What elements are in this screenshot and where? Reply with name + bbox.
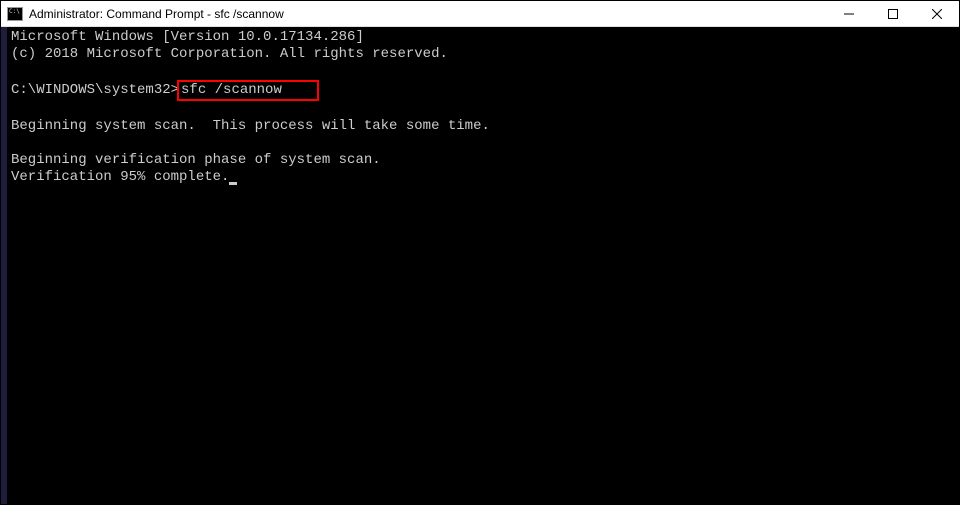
- progress-text: Verification 95% complete.: [11, 169, 229, 185]
- window-title: Administrator: Command Prompt - sfc /sca…: [29, 7, 827, 21]
- cursor-icon: [229, 182, 237, 185]
- output-line: Beginning system scan. This process will…: [11, 118, 955, 135]
- output-line: [11, 63, 955, 80]
- minimize-button[interactable]: [827, 1, 871, 26]
- output-line: Microsoft Windows [Version 10.0.17134.28…: [11, 29, 955, 46]
- window-controls: [827, 1, 959, 26]
- output-line: Verification 95% complete.: [11, 169, 955, 186]
- command-text: sfc /scannow: [181, 82, 282, 98]
- cmd-icon: [7, 7, 23, 21]
- output-line: (c) 2018 Microsoft Corporation. All righ…: [11, 46, 955, 63]
- maximize-button[interactable]: [871, 1, 915, 26]
- terminal-output[interactable]: Microsoft Windows [Version 10.0.17134.28…: [1, 27, 959, 504]
- output-line: [11, 101, 955, 118]
- prompt-text: C:\WINDOWS\system32>: [11, 82, 179, 98]
- output-line: [11, 135, 955, 152]
- output-line: Beginning verification phase of system s…: [11, 152, 955, 169]
- prompt-line: C:\WINDOWS\system32>sfc /scannow: [11, 80, 955, 101]
- command-highlight: sfc /scannow: [177, 80, 319, 101]
- titlebar[interactable]: Administrator: Command Prompt - sfc /sca…: [1, 1, 959, 27]
- command-prompt-window: Administrator: Command Prompt - sfc /sca…: [0, 0, 960, 505]
- close-button[interactable]: [915, 1, 959, 26]
